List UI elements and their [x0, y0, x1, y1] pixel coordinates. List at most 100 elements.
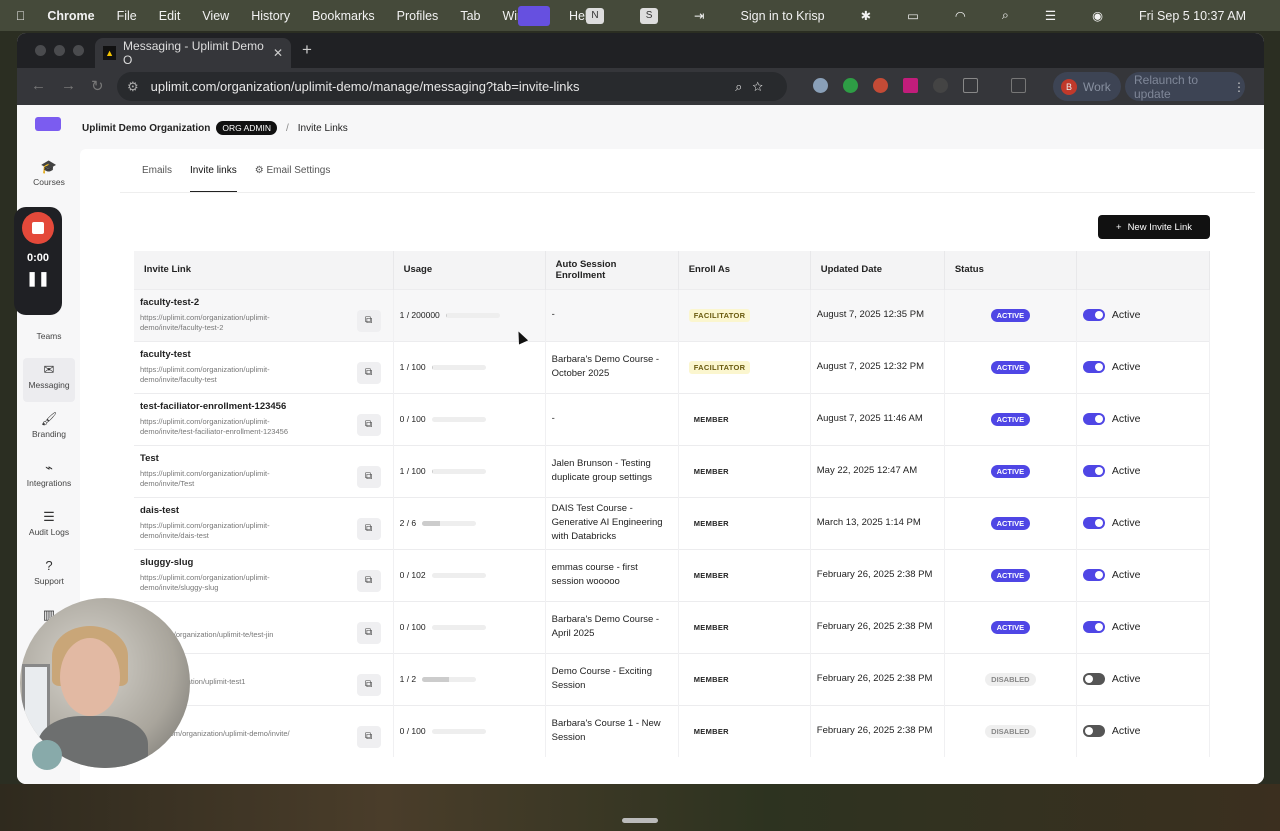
menu-bookmarks[interactable]: Bookmarks	[312, 9, 375, 23]
menu-tab[interactable]: Tab	[460, 9, 480, 23]
screen-share-icon[interactable]	[518, 5, 551, 26]
forward-icon[interactable]: →	[61, 77, 76, 94]
sidebar-item-courses[interactable]: 🎓 Courses	[23, 155, 75, 199]
zoom-icon[interactable]: ⌕	[735, 79, 752, 94]
toggle-switch[interactable]	[1082, 725, 1105, 738]
uplimit-logo[interactable]	[35, 117, 61, 131]
s-app-icon[interactable]: S	[640, 7, 659, 24]
close-tab-icon[interactable]: ✕	[273, 46, 283, 60]
menu-kebab-icon[interactable]: ⋮	[1233, 80, 1245, 94]
toggle-switch[interactable]	[1082, 413, 1105, 425]
battery-icon[interactable]: ▭	[907, 8, 919, 23]
invite-link-name[interactable]: test-faciliator-enrollment-123456	[140, 401, 387, 412]
copy-link-button[interactable]: ⧉	[356, 361, 381, 384]
active-toggle[interactable]: Active	[1082, 465, 1203, 477]
browser-tab[interactable]: ▲ Messaging - Uplimit Demo O ✕	[95, 38, 291, 68]
menu-view[interactable]: View	[202, 9, 229, 23]
auto-session-cell: emmas course - first session wooooo	[545, 548, 679, 601]
menu-history[interactable]: History	[251, 9, 290, 23]
user-avatar[interactable]	[32, 740, 62, 770]
sidebar-item-branding[interactable]: 🖌 Branding	[23, 407, 75, 451]
sidebar-item-teams[interactable]: Teams	[23, 309, 75, 353]
notion-icon[interactable]: N	[586, 7, 605, 24]
active-toggle[interactable]: Active	[1082, 673, 1203, 685]
profile-button[interactable]: B Work	[1053, 72, 1121, 101]
toggle-switch[interactable]	[1082, 361, 1105, 373]
sidebar-item-label: Courses	[33, 177, 65, 187]
site-settings-icon[interactable]: ⚙	[127, 79, 139, 95]
sidebar-item-messaging[interactable]: ✉ Messaging	[23, 358, 75, 402]
tab-email-settings[interactable]: ⚙ Email Settings	[255, 149, 331, 193]
toggle-label: Active	[1111, 309, 1141, 321]
siri-icon[interactable]: ◉	[1092, 8, 1103, 23]
active-toggle[interactable]: Active	[1082, 569, 1203, 581]
invite-link-name[interactable]: faculty-test	[140, 349, 387, 360]
invite-link-cell: sluggy-slug https://uplimit.com/organizat…	[134, 548, 394, 601]
invite-link-name[interactable]: sluggy-slug	[140, 557, 387, 568]
sidebar-item-integrations[interactable]: ⌁ Integrations	[23, 456, 75, 500]
relaunch-button[interactable]: Relaunch to update ⋮	[1125, 72, 1245, 101]
window-controls[interactable]	[35, 45, 84, 56]
active-toggle[interactable]: Active	[1082, 413, 1203, 425]
breadcrumb-org[interactable]: Uplimit Demo Organization	[82, 123, 210, 134]
copy-link-button[interactable]: ⧉	[356, 309, 381, 332]
extension-icon[interactable]	[903, 78, 918, 93]
active-toggle[interactable]: Active	[1082, 309, 1203, 321]
users-icon	[23, 313, 75, 331]
menu-edit[interactable]: Edit	[159, 9, 181, 23]
copy-link-button[interactable]: ⧉	[356, 673, 381, 696]
krisp-status[interactable]: Sign in to Krisp	[741, 9, 825, 23]
stop-recording-button[interactable]	[22, 212, 54, 244]
menu-app[interactable]: Chrome	[47, 9, 94, 23]
control-center-icon[interactable]: ☰	[1045, 8, 1056, 23]
spotlight-icon[interactable]: ⌕	[1002, 8, 1009, 23]
copy-link-button[interactable]: ⧉	[356, 465, 381, 488]
toggle-switch[interactable]	[1082, 309, 1105, 321]
toggle-switch[interactable]	[1082, 673, 1105, 685]
menu-file[interactable]: File	[117, 9, 137, 23]
bookmark-star-icon[interactable]: ☆	[752, 79, 773, 94]
menu-profiles[interactable]: Profiles	[397, 9, 439, 23]
reload-icon[interactable]: ↻	[91, 77, 104, 95]
toggle-switch[interactable]	[1082, 621, 1105, 633]
copy-link-button[interactable]: ⧉	[356, 517, 381, 540]
toggle-switch[interactable]	[1082, 569, 1105, 581]
sidebar-item-audit-logs[interactable]: ☰ Audit Logs	[23, 505, 75, 549]
new-invite-link-button[interactable]: + New Invite Link	[1098, 215, 1210, 239]
extension-icon[interactable]	[813, 78, 828, 93]
new-tab-icon[interactable]: +	[302, 40, 312, 60]
invite-link-name[interactable]: dais-test	[140, 505, 387, 516]
copy-link-button[interactable]: ⧉	[356, 413, 381, 436]
active-toggle[interactable]: Active	[1082, 725, 1203, 738]
usage-cell: 1 / 2	[393, 652, 546, 705]
active-toggle[interactable]: Active	[1082, 621, 1203, 633]
invite-link-name[interactable]: Test	[140, 453, 387, 464]
sidebar-item-support[interactable]: ? Support	[23, 554, 75, 598]
login-icon[interactable]: ⇥	[694, 8, 704, 23]
toggle-switch[interactable]	[1082, 465, 1105, 477]
tab-invite-links[interactable]: Invite links	[190, 149, 237, 193]
active-toggle[interactable]: Active	[1082, 361, 1203, 373]
enroll-as-cell: MEMBER	[678, 652, 811, 705]
address-bar[interactable]: ⚙ uplimit.com/organization/uplimit-demo/…	[117, 72, 787, 101]
auto-session-enrollment: emmas course - first session wooooo	[551, 562, 638, 587]
reading-mode-icon[interactable]	[1011, 78, 1026, 93]
copy-link-button[interactable]: ⧉	[356, 569, 381, 592]
toggle-switch[interactable]	[1082, 517, 1105, 529]
back-icon[interactable]: ←	[31, 77, 46, 94]
enroll-as-cell: MEMBER	[678, 392, 811, 445]
wifi-icon[interactable]: ◠	[955, 8, 966, 23]
extension-icon[interactable]	[843, 78, 858, 93]
invite-link-name[interactable]: -jin	[140, 614, 387, 625]
invite-link-name[interactable]: faculty-test-2	[140, 297, 387, 308]
pause-icon[interactable]: ❚❚	[14, 270, 62, 287]
extension-icon[interactable]	[933, 78, 948, 93]
copy-link-button[interactable]: ⧉	[356, 725, 381, 748]
copy-link-button[interactable]: ⧉	[356, 621, 381, 644]
bluetooth-icon[interactable]: ✱	[861, 8, 871, 23]
tab-emails[interactable]: Emails	[142, 149, 172, 193]
active-toggle[interactable]: Active	[1082, 517, 1203, 529]
extension-icon[interactable]	[873, 78, 888, 93]
apple-icon[interactable]: 	[16, 9, 25, 23]
extensions-puzzle-icon[interactable]	[963, 78, 978, 93]
